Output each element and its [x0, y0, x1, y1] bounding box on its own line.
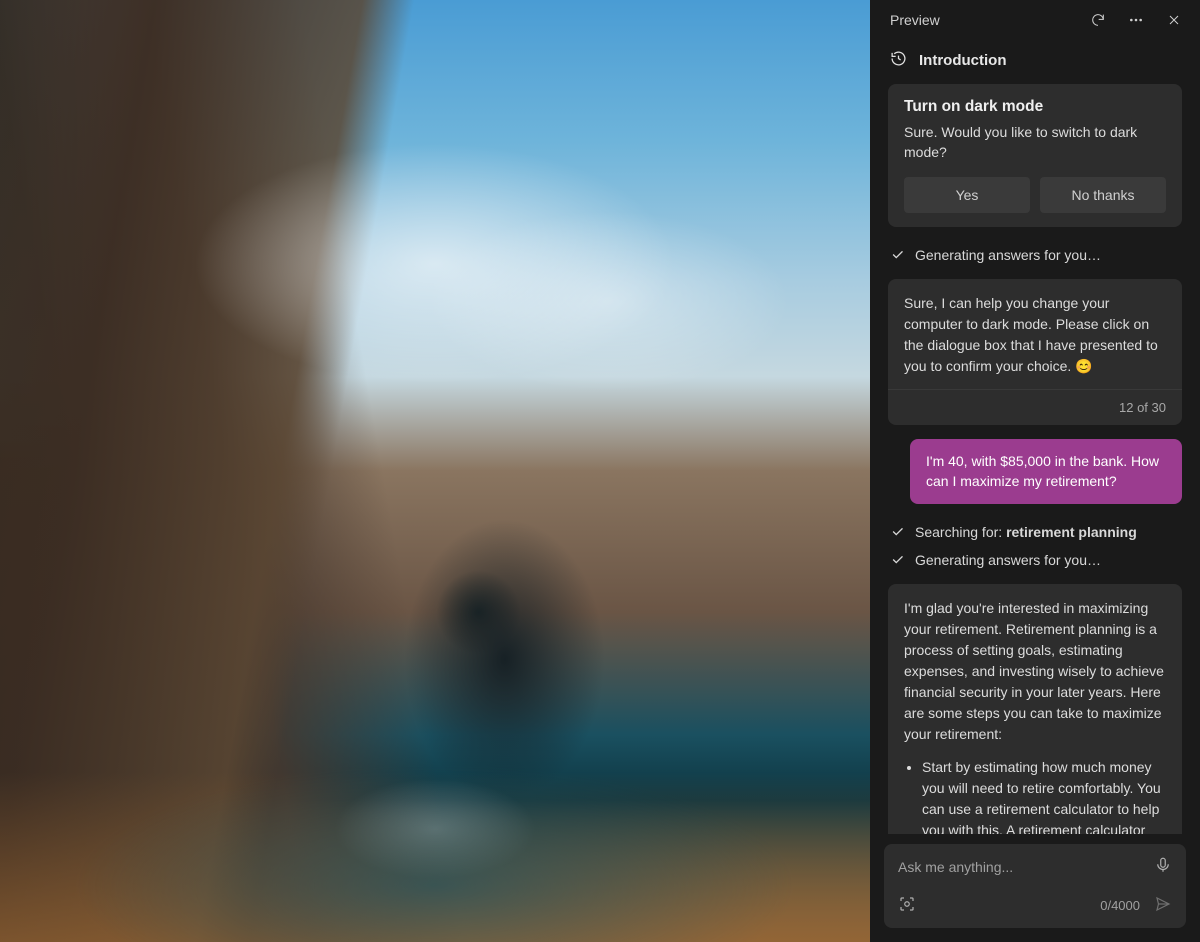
desktop-wallpaper — [0, 0, 870, 942]
more-icon[interactable] — [1126, 10, 1146, 30]
char-counter: 0/4000 — [1100, 898, 1140, 913]
bot-message-intro: I'm glad you're interested in maximizing… — [904, 598, 1166, 745]
sidebar-footer: Ask me anything... 0/4000 — [870, 834, 1200, 942]
darkmode-card-title: Turn on dark mode — [904, 98, 1166, 116]
bot-message-text: Sure, I can help you change your compute… — [904, 295, 1158, 374]
user-message: I'm 40, with $85,000 in the bank. How ca… — [910, 439, 1182, 504]
microphone-icon[interactable] — [1154, 856, 1172, 877]
send-icon[interactable] — [1154, 895, 1172, 916]
status-searching-prefix: Searching for: — [915, 524, 1006, 540]
history-icon — [890, 50, 907, 70]
message-counter: 12 of 30 — [1119, 400, 1166, 415]
chat-input-placeholder: Ask me anything... — [898, 859, 1013, 875]
bot-message-retirement: I'm glad you're interested in maximizing… — [888, 584, 1182, 834]
sidebar-header: Preview — [870, 0, 1200, 40]
status-generating-text: Generating answers for you… — [915, 247, 1101, 263]
bot-message-darkmode: Sure, I can help you change your compute… — [888, 279, 1182, 426]
status-generating-2: Generating answers for you… — [888, 546, 1182, 574]
darkmode-yes-button[interactable]: Yes — [904, 177, 1030, 213]
image-search-icon[interactable] — [898, 895, 916, 916]
status-searching: Searching for: retirement planning — [888, 518, 1182, 546]
emoji-smile-icon: 😊 — [1075, 358, 1092, 374]
section-header: Introduction — [888, 40, 1182, 84]
sidebar-title: Preview — [890, 12, 940, 28]
section-title: Introduction — [919, 52, 1006, 69]
chat-scroll-area[interactable]: Introduction Turn on dark mode Sure. Wou… — [870, 40, 1200, 834]
status-generating-text-2: Generating answers for you… — [915, 552, 1101, 568]
copilot-sidebar: Preview Introduction Turn on dark mode S… — [870, 0, 1200, 942]
bot-message-bullet: Start by estimating how much money you w… — [922, 757, 1166, 834]
chat-input-box[interactable]: Ask me anything... 0/4000 — [884, 844, 1186, 928]
darkmode-card: Turn on dark mode Sure. Would you like t… — [888, 84, 1182, 227]
darkmode-card-text: Sure. Would you like to switch to dark m… — [904, 122, 1166, 163]
status-searching-term: retirement planning — [1006, 524, 1137, 540]
close-icon[interactable] — [1164, 10, 1184, 30]
status-generating: Generating answers for you… — [888, 241, 1182, 269]
refresh-icon[interactable] — [1088, 10, 1108, 30]
darkmode-no-button[interactable]: No thanks — [1040, 177, 1166, 213]
